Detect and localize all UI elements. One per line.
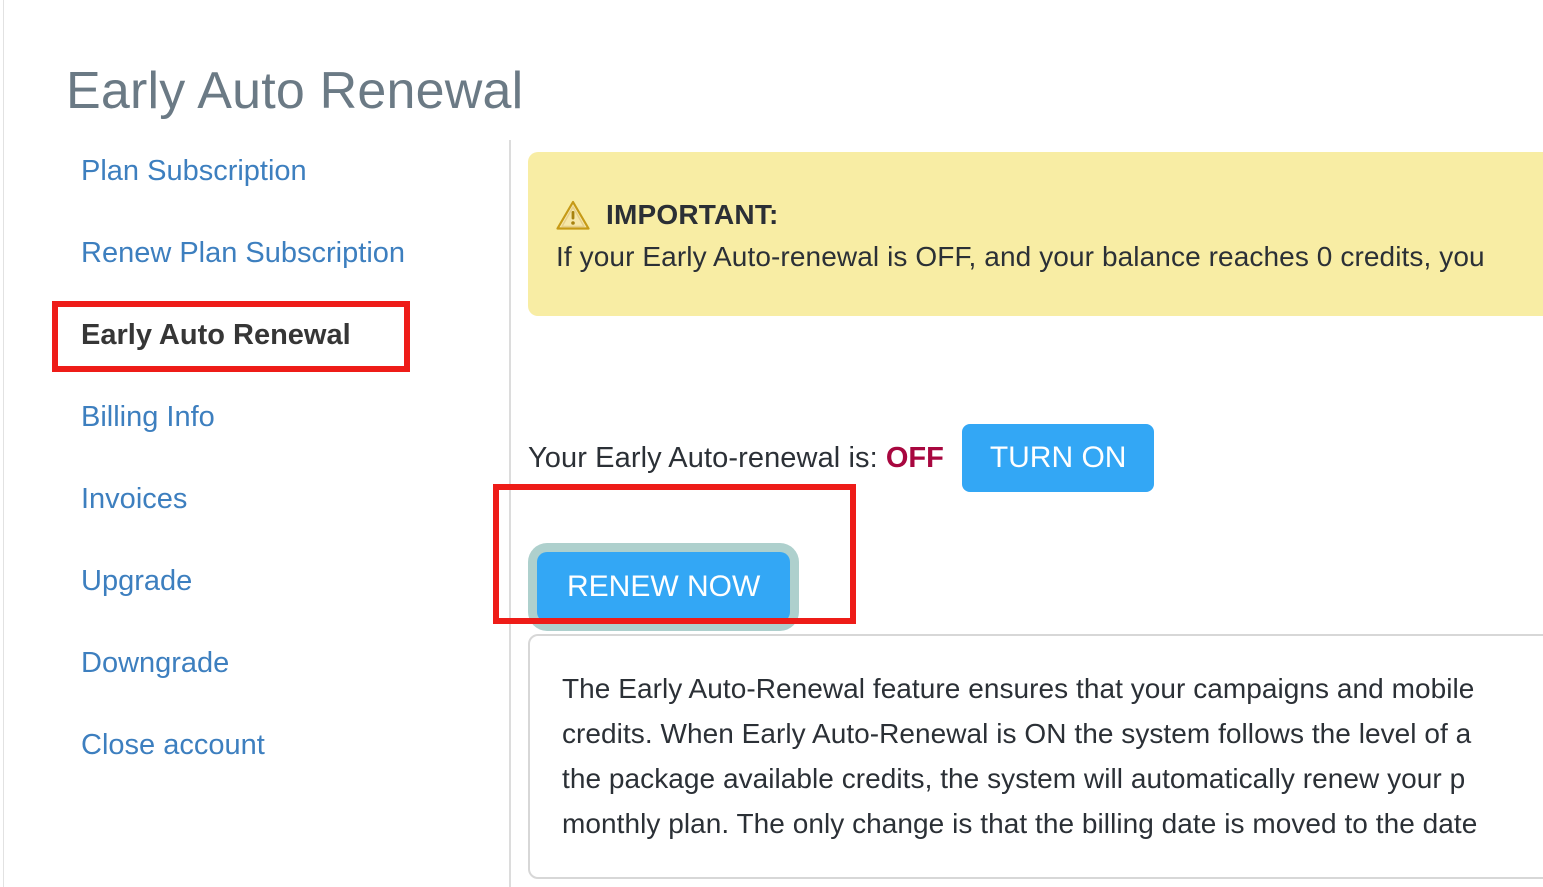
notice-header: IMPORTANT: [556,198,1543,232]
sidebar-item-billing-info[interactable]: Billing Info [81,401,215,434]
description-line: credits. When Early Auto-Renewal is ON t… [562,718,1472,749]
sidebar-item-invoices[interactable]: Invoices [81,483,187,516]
feature-description-panel: The Early Auto-Renewal feature ensures t… [528,634,1543,879]
description-line: the package available credits, the syste… [562,763,1466,794]
sidebar-item-downgrade[interactable]: Downgrade [81,647,229,680]
renew-now-button[interactable]: RENEW NOW [537,552,791,622]
sidebar-item-upgrade[interactable]: Upgrade [81,565,192,598]
renew-now-button-wrapper: RENEW NOW [528,543,799,631]
page-title: Early Auto Renewal [66,61,524,120]
sidebar-nav: Plan Subscription Renew Plan Subscriptio… [0,140,510,887]
sidebar-item-early-auto-renewal[interactable]: Early Auto Renewal [81,319,351,352]
notice-body-text: If your Early Auto-renewal is OFF, and y… [556,241,1485,272]
sidebar-item-renew-plan-subscription[interactable]: Renew Plan Subscription [81,237,405,270]
main-content: IMPORTANT: If your Early Auto-renewal is… [510,140,1543,887]
important-notice-banner: IMPORTANT: If your Early Auto-renewal is… [528,152,1543,316]
description-line: The Early Auto-Renewal feature ensures t… [562,673,1475,704]
auto-renewal-status-label: Your Early Auto-renewal is: [528,441,878,474]
warning-triangle-icon [556,200,590,230]
sidebar-item-close-account[interactable]: Close account [81,729,265,762]
sidebar-item-plan-subscription[interactable]: Plan Subscription [81,155,307,188]
turn-on-button[interactable]: TURN ON [961,424,1155,492]
notice-title: IMPORTANT: [606,199,779,230]
auto-renewal-status-badge: OFF [885,441,944,474]
description-line: monthly plan. The only change is that th… [562,808,1478,839]
auto-renewal-status-row: Your Early Auto-renewal is: OFF TURN ON [528,422,1155,494]
